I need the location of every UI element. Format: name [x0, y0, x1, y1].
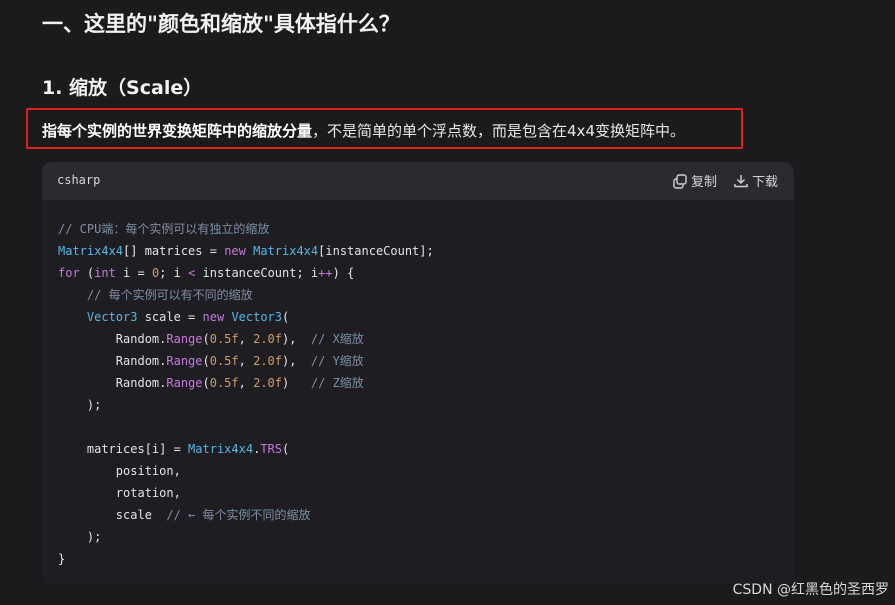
code-line: matrices[i] = Matrix4x4.TRS(: [58, 442, 290, 456]
code-line: // 每个实例可以有不同的缩放: [58, 288, 253, 302]
code-line: );: [58, 530, 102, 544]
paragraph-bold: 指每个实例的世界变换矩阵中的缩放分量: [42, 122, 313, 140]
code-block: csharp 复制 下载 // CPU端：每个实例可以有独立的缩放 Matrix…: [42, 162, 794, 584]
code-content: // CPU端：每个实例可以有独立的缩放 Matrix4x4[] matrice…: [42, 200, 794, 570]
copy-label: 复制: [690, 175, 717, 190]
code-line: rotation,: [58, 486, 181, 500]
code-line: Vector3 scale = new Vector3(: [86, 310, 290, 324]
code-line: scale // ← 每个实例不同的缩放: [58, 508, 311, 522]
download-label: 下载: [751, 175, 778, 190]
code-language: csharp: [57, 173, 101, 187]
code-line: Random.Range(0.5f, 2.0f), // X缩放: [58, 332, 364, 346]
section-heading: 一、这里的"颜色和缩放"具体指什么？: [42, 12, 400, 36]
code-line: Random.Range(0.5f, 2.0f), // Y缩放: [58, 354, 364, 368]
code-line: );: [58, 398, 102, 412]
download-icon: [734, 174, 748, 187]
code-actions: 复制 下载: [672, 171, 778, 190]
copy-icon: [673, 173, 687, 189]
copy-button[interactable]: 复制: [672, 171, 717, 190]
download-button[interactable]: 下载: [733, 171, 778, 190]
code-line: }: [58, 552, 66, 566]
paragraph: 指每个实例的世界变换矩阵中的缩放分量，不是简单的单个浮点数，而是包含在4x4变换…: [42, 120, 685, 141]
code-line: // CPU端：每个实例可以有独立的缩放: [58, 222, 270, 236]
code-header: csharp 复制 下载: [42, 162, 794, 200]
code-line: for (int i = 0; i < instanceCount; i++) …: [58, 266, 355, 280]
paragraph-rest: ，不是简单的单个浮点数，而是包含在4x4变换矩阵中。: [312, 122, 685, 140]
code-line: position,: [58, 464, 181, 478]
code-line: Matrix4x4[] matrices = new Matrix4x4[ins…: [58, 244, 434, 258]
code-line: Random.Range(0.5f, 2.0f) // Z缩放: [58, 376, 364, 390]
subsection-heading: 1. 缩放（Scale）: [42, 77, 203, 99]
watermark: CSDN @红黑色的圣西罗: [732, 582, 889, 598]
